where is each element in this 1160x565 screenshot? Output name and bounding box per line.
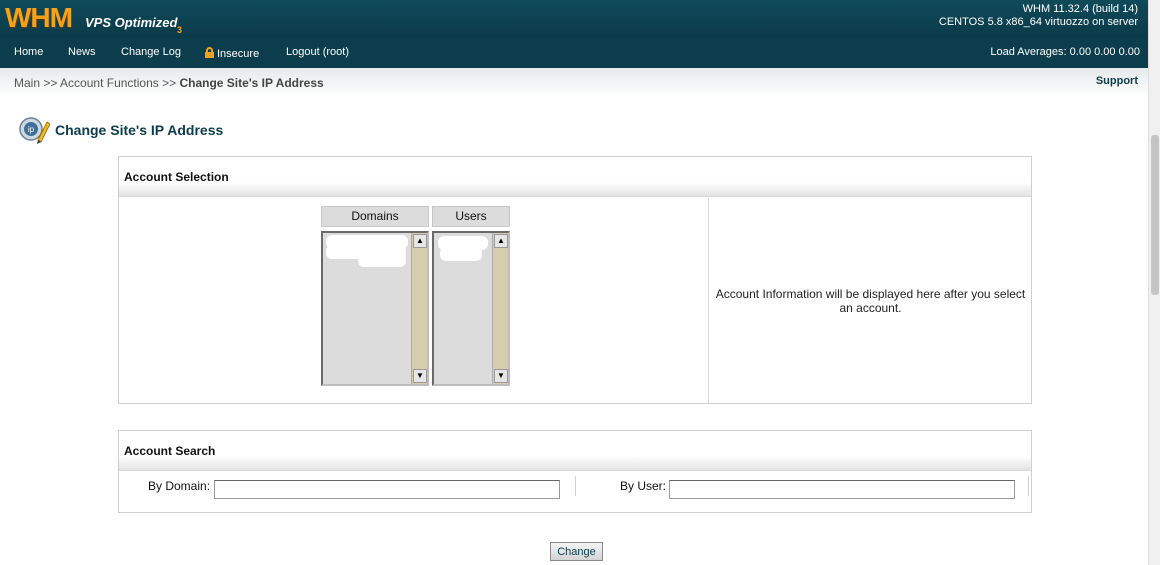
users-column-header: Users [432,206,510,227]
page-scrollbar[interactable] [1148,0,1160,565]
by-domain-input[interactable] [214,480,560,499]
account-info-placeholder: Account Information will be displayed he… [715,286,1026,315]
nav-change-log[interactable]: Change Log [121,46,181,58]
breadcrumb-bar: Main >> Account Functions >> Change Site… [0,68,1148,98]
breadcrumb-main[interactable]: Main [14,76,40,90]
domains-scrollbar[interactable]: ▲ ▼ [411,233,427,384]
svg-text:ip: ip [28,125,35,134]
change-button[interactable]: Change [550,542,603,561]
search-row: By Domain: By User: [119,472,1031,512]
logo-whm-text: WHM [5,2,73,33]
page-title: Change Site's IP Address [55,122,224,138]
ip-address-icon: ip [19,117,50,144]
domains-listbox[interactable]: ▲ ▼ [321,231,429,386]
by-user-input[interactable] [669,480,1015,499]
nav-home[interactable]: Home [14,46,43,58]
breadcrumb-current: Change Site's IP Address [179,76,324,90]
support-link[interactable]: Support [1096,75,1138,87]
account-selection-heading: Account Selection [119,157,1031,197]
by-user-label: By User: [620,479,667,493]
account-selection-panel: Account Selection Domains Users ▲ ▼ ▲ ▼ … [118,156,1032,404]
by-domain-label: By Domain: [148,479,211,493]
nav-insecure[interactable]: Insecure [205,46,259,60]
nav-insecure-label: Insecure [217,48,260,60]
users-listbox[interactable]: ▲ ▼ [432,231,510,386]
account-selection-lists: Domains Users ▲ ▼ ▲ ▼ [119,198,709,403]
nav-logout[interactable]: Logout (root) [286,46,349,58]
account-search-heading: Account Search [119,431,1031,471]
list-item[interactable] [440,247,482,261]
os-line: CENTOS 5.8 x86_64 virtuozzo on server [938,16,1138,28]
breadcrumb-separator: >> [162,76,177,90]
server-version-info: WHM 11.32.4 (build 14) CENTOS 5.8 x86_64… [939,3,1138,29]
breadcrumb: Main >> Account Functions >> Change Site… [14,76,324,90]
scroll-up-icon[interactable]: ▲ [494,234,508,248]
breadcrumb-account-functions[interactable]: Account Functions [60,76,159,90]
scrollbar-thumb[interactable] [1151,135,1159,295]
users-scrollbar[interactable]: ▲ ▼ [492,233,508,384]
list-item[interactable] [358,253,406,267]
breadcrumb-separator: >> [43,76,58,90]
lock-icon [205,47,214,58]
scroll-up-icon[interactable]: ▲ [413,234,427,248]
logo-version-number: 3 [177,25,183,35]
nav-news[interactable]: News [68,46,96,58]
version-line: WHM 11.32.4 (build 14) [1022,3,1138,15]
domains-column-header: Domains [321,206,429,227]
top-header: WHM VPS Optimized 3 WHM 11.32.4 (build 1… [0,0,1148,38]
main-nav: Home News Change Log Insecure Logout (ro… [0,38,1148,68]
scroll-down-icon[interactable]: ▼ [494,369,508,383]
divider [575,476,576,496]
scroll-down-icon[interactable]: ▼ [413,369,427,383]
load-averages: Load Averages: 0.00 0.00 0.00 [990,46,1140,58]
account-search-panel: Account Search By Domain: By User: [118,430,1032,513]
logo-subtitle: VPS Optimized [85,15,178,30]
divider [1028,476,1029,496]
